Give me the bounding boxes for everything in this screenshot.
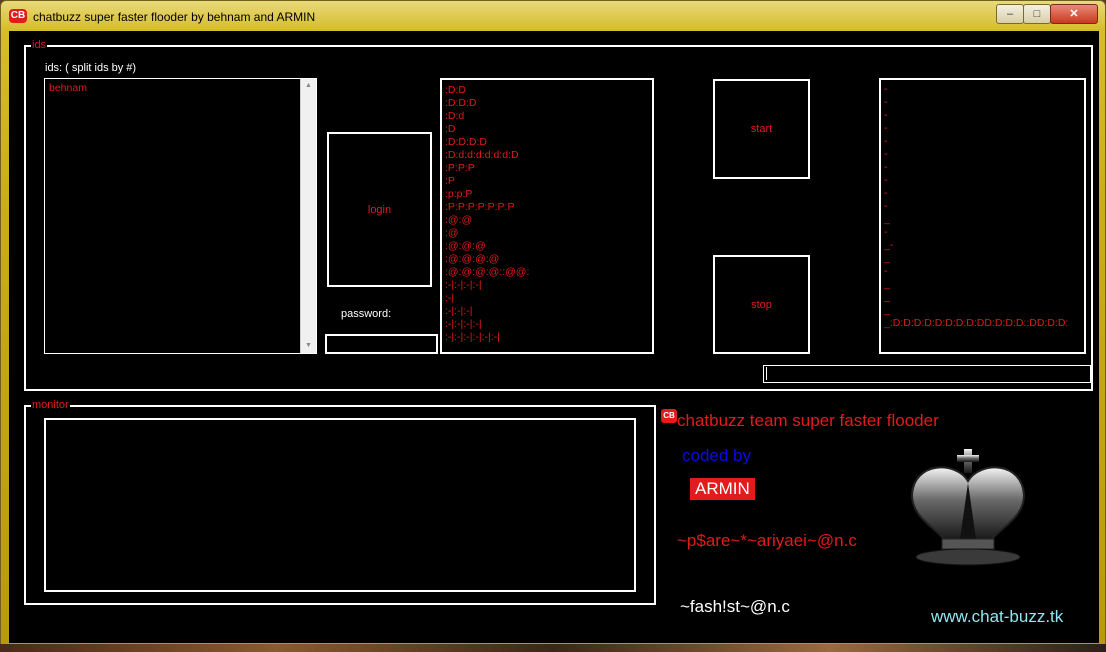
- message-line: :D: [445, 123, 456, 135]
- log-line: _: [884, 278, 890, 290]
- message-line: :@:@:@: [445, 240, 486, 252]
- log-line: -: [884, 187, 888, 199]
- log-line: _: [884, 304, 890, 316]
- ids-value: behnam: [49, 82, 87, 94]
- message-line: :D:d: [445, 110, 465, 122]
- messages-textarea[interactable]: :D:D:D:D:D:D:d:D:D:D:D:D:D:d:d:d:d:d:d:D…: [440, 78, 654, 354]
- website-link[interactable]: www.chat-buzz.tk: [931, 607, 1063, 627]
- app-icon: CB: [9, 9, 27, 23]
- log-line: -: [884, 148, 888, 160]
- stop-button[interactable]: stop: [713, 255, 810, 354]
- log-line: -: [884, 96, 888, 108]
- message-line: :-|:-|:-|:-|:-|:-|: [445, 331, 500, 343]
- start-button[interactable]: start: [713, 79, 810, 179]
- log-line: -: [884, 200, 888, 212]
- log-line: _: [884, 291, 890, 303]
- desktop-background: [0, 644, 1106, 652]
- login-label: login: [367, 204, 392, 216]
- close-button[interactable]: ✕: [1050, 4, 1098, 24]
- scroll-down-icon[interactable]: ▼: [301, 339, 316, 353]
- log-list: - - - - - - - - - - _ - _- _ - _ _ _ _:D:D:D:D:D:D:D:D:DD:…: [884, 83, 1068, 330]
- credit-line-2: ~fash!st~@n.c: [680, 597, 790, 616]
- author-badge: ARMIN: [690, 478, 755, 500]
- monitor-textarea[interactable]: [44, 418, 636, 592]
- monitor-group-label: monitor: [31, 398, 70, 412]
- coded-by-text: coded by: [682, 446, 751, 465]
- message-line: :D:D:D:D: [445, 136, 487, 148]
- title-bar[interactable]: CB chatbuzz super faster flooder by behn…: [1, 1, 1105, 31]
- team-title: chatbuzz team super faster flooder: [677, 411, 939, 430]
- message-line: :P:P:P: [445, 162, 475, 174]
- chatbuzz-logo-icon: CB: [661, 409, 677, 423]
- status-field[interactable]: [763, 365, 1091, 383]
- ids-scrollbar[interactable]: ▲ ▼: [300, 79, 316, 353]
- message-line: :p:p:P: [445, 188, 473, 200]
- message-line: :@:@:@:@: [445, 253, 500, 265]
- log-line: -: [884, 135, 888, 147]
- client-area: ids ids: ( split ids by #) behnam ▲ ▼ lo…: [9, 31, 1099, 643]
- log-textarea[interactable]: - - - - - - - - - - _ - _- _ - _ _ _ _:D:D:D:D:D:D:D:D:DD:…: [879, 78, 1086, 354]
- chess-king-icon: [910, 449, 1026, 566]
- log-line: -: [884, 122, 888, 134]
- message-line: :@: [445, 227, 459, 239]
- log-line: -: [884, 226, 888, 238]
- log-line: -: [884, 83, 888, 95]
- message-line: :@:@:@:@::@@:: [445, 266, 530, 278]
- messages-list: :D:D:D:D:D:D:d:D:D:D:D:D:D:d:d:d:d:d:d:D…: [445, 84, 529, 344]
- scroll-up-icon[interactable]: ▲: [301, 79, 316, 93]
- message-line: :P: [445, 175, 455, 187]
- window-title: chatbuzz super faster flooder by behnam …: [33, 10, 316, 24]
- message-line: :@:@: [445, 214, 473, 226]
- ids-group-label: ids: [31, 38, 48, 52]
- app-window: CB chatbuzz super faster flooder by behn…: [0, 0, 1106, 646]
- message-line: :-|:-|:-|:-|: [445, 318, 482, 330]
- message-line: :-|:-|:-|:-|: [445, 279, 482, 291]
- maximize-button[interactable]: □: [1023, 4, 1051, 24]
- status-caret: [766, 367, 767, 380]
- message-line: :D:D: [445, 84, 466, 96]
- message-line: :-|: [445, 292, 455, 304]
- start-label: start: [750, 123, 773, 135]
- ids-hint-label: ids: ( split ids by #): [45, 62, 137, 74]
- message-line: :D:d:d:d:d:d:d:D: [445, 149, 519, 161]
- minimize-button[interactable]: –: [996, 4, 1024, 24]
- log-line: -: [884, 265, 888, 277]
- log-line: _: [884, 213, 890, 225]
- log-line: _: [884, 252, 890, 264]
- log-line: _-: [884, 239, 894, 251]
- log-line: _:D:D:D:D:D:D:D:D:DD:D:D:D::DD:D:D:: [884, 317, 1069, 329]
- password-label: password:: [341, 308, 392, 320]
- login-button[interactable]: login: [327, 132, 432, 287]
- password-field[interactable]: [325, 334, 438, 354]
- message-line: :D:D:D: [445, 97, 477, 109]
- message-line: :-|:-|:-|: [445, 305, 473, 317]
- log-line: -: [884, 161, 888, 173]
- log-line: -: [884, 174, 888, 186]
- ids-textarea[interactable]: behnam ▲ ▼: [44, 78, 317, 354]
- log-line: -: [884, 109, 888, 121]
- credit-line-1: ~p$are~*~ariyaei~@n.c: [677, 531, 857, 550]
- stop-label: stop: [751, 299, 772, 311]
- message-line: :P:P:P:P:P:P:P: [445, 201, 515, 213]
